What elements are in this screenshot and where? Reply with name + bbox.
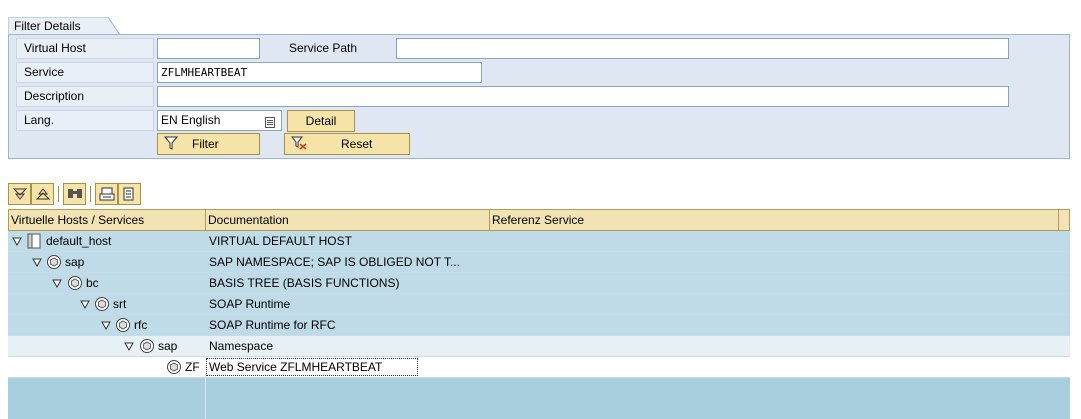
tree-node-label: sap xyxy=(65,255,85,269)
service-input[interactable]: ZFLMHEARTBEAT xyxy=(157,62,482,83)
tree-node-doc: Namespace xyxy=(209,339,274,353)
tree-node-label: ZF xyxy=(185,360,200,374)
reset-button[interactable]: Reset xyxy=(284,133,410,155)
collapse-all-button[interactable] xyxy=(31,183,54,205)
tree-node-label: bc xyxy=(86,276,99,290)
tree-toolbar xyxy=(8,183,158,206)
tree-row-sap-namespace[interactable]: sap Namespace xyxy=(8,336,1070,357)
package-icon xyxy=(115,317,131,336)
tree-header: Virtuelle Hosts / Services Documentation… xyxy=(8,209,1070,231)
tree-row-default-host[interactable]: default_host VIRTUAL DEFAULT HOST xyxy=(8,231,1070,252)
service-path-input[interactable] xyxy=(396,38,1009,59)
lang-select[interactable]: EN English xyxy=(157,110,282,131)
package-icon xyxy=(94,296,110,315)
filter-details-tab: Filter Details xyxy=(8,17,120,35)
tree-row-web-service[interactable]: ZF Web Service ZFLMHEARTBEAT xyxy=(8,357,1070,378)
tree-node-label: srt xyxy=(113,297,127,311)
dropdown-icon[interactable] xyxy=(265,115,275,134)
tree-node-label: rfc xyxy=(134,318,148,332)
service-icon xyxy=(166,359,182,378)
tree-row-srt[interactable]: srt SOAP Runtime xyxy=(8,294,1070,315)
virtual-host-input[interactable] xyxy=(157,38,260,59)
reset-icon xyxy=(290,136,307,156)
column-header-hosts[interactable]: Virtuelle Hosts / Services xyxy=(9,210,206,230)
virtual-host-label: Virtual Host xyxy=(16,38,154,59)
tree-body: default_host VIRTUAL DEFAULT HOST sap SA… xyxy=(8,231,1070,419)
tree-node-doc: SOAP Runtime for RFC xyxy=(209,318,336,332)
collapse-triangle-icon[interactable] xyxy=(52,277,62,291)
print-button[interactable] xyxy=(95,183,118,205)
package-icon xyxy=(139,338,155,357)
reset-button-label: Reset xyxy=(341,137,373,151)
collapse-triangle-icon[interactable] xyxy=(124,340,134,354)
detail-button-label: Detail xyxy=(305,114,337,128)
filter-button-label: Filter xyxy=(192,137,219,151)
tree-row-bc[interactable]: bc BASIS TREE (BASIS FUNCTIONS) xyxy=(8,273,1070,294)
tree-node-doc: Web Service ZFLMHEARTBEAT xyxy=(209,360,383,374)
tree-row-rfc[interactable]: rfc SOAP Runtime for RFC xyxy=(8,315,1070,336)
tree-node-doc: BASIS TREE (BASIS FUNCTIONS) xyxy=(209,276,400,290)
collapse-triangle-icon[interactable] xyxy=(101,319,111,333)
funnel-icon xyxy=(163,136,179,156)
tree-node-doc: SAP NAMESPACE; SAP IS OBLIGED NOT T... xyxy=(209,255,460,269)
toolbar-separator xyxy=(90,186,91,202)
toolbar-separator xyxy=(58,186,59,202)
description-label: Description xyxy=(16,86,154,107)
detail-button[interactable]: Detail xyxy=(287,110,355,132)
column-header-documentation[interactable]: Documentation xyxy=(206,210,490,230)
tree-node-label: default_host xyxy=(46,234,112,248)
package-icon xyxy=(67,275,83,294)
tree-node-doc: SOAP Runtime xyxy=(209,297,291,311)
collapse-triangle-icon[interactable] xyxy=(80,298,90,312)
tree-node-label: sap xyxy=(158,339,178,353)
lang-label: Lang. xyxy=(16,110,154,131)
tree-row-sap[interactable]: sap SAP NAMESPACE; SAP IS OBLIGED NOT T.… xyxy=(8,252,1070,273)
lang-value: EN English xyxy=(161,113,221,127)
expand-all-button[interactable] xyxy=(8,183,31,205)
menu-button[interactable] xyxy=(118,183,141,205)
description-input[interactable] xyxy=(157,86,1009,107)
host-icon xyxy=(27,233,41,252)
collapse-triangle-icon[interactable] xyxy=(32,256,42,270)
tree-node-doc: VIRTUAL DEFAULT HOST xyxy=(209,234,352,248)
filter-button[interactable]: Filter xyxy=(157,133,260,155)
find-button[interactable] xyxy=(63,183,86,205)
collapse-triangle-icon[interactable] xyxy=(12,235,22,249)
filter-details-title: Filter Details xyxy=(14,19,81,33)
service-label: Service xyxy=(16,62,154,83)
package-icon xyxy=(46,254,62,273)
column-header-reference-service[interactable]: Referenz Service xyxy=(490,210,1059,230)
service-path-label: Service Path xyxy=(289,41,358,55)
